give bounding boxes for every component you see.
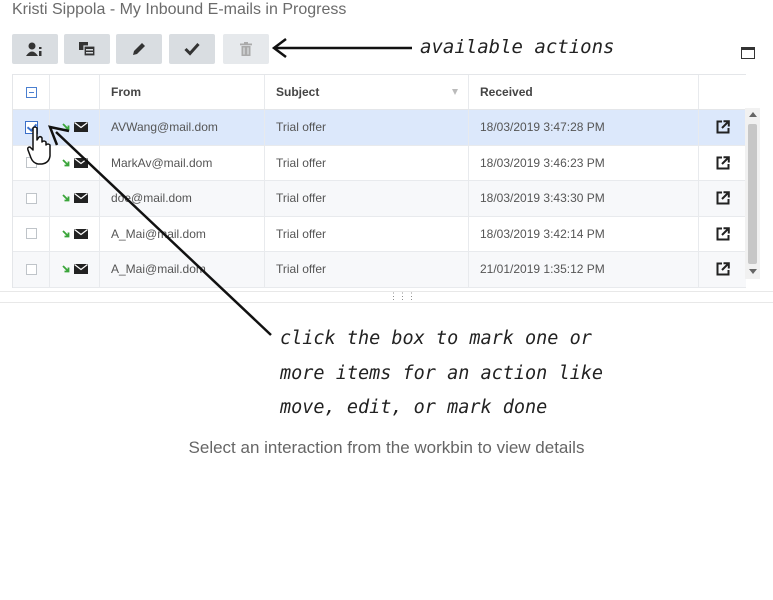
scroll-thumb[interactable]	[748, 124, 757, 264]
header-actions-column	[699, 75, 746, 109]
scroll-down-icon[interactable]	[749, 269, 757, 274]
header-received[interactable]: Received	[469, 75, 699, 109]
row-checkbox[interactable]	[24, 120, 38, 134]
row-checkbox-cell[interactable]	[13, 110, 50, 145]
workbin-grid: From Subject Received AVWang@mail.dom Tr…	[12, 74, 746, 288]
checkmark-icon	[184, 42, 200, 56]
table-row[interactable]: MarkAv@mail.dom Trial offer 18/03/2019 3…	[13, 145, 746, 181]
envelope-icon	[74, 157, 88, 168]
sort-down-icon[interactable]	[452, 89, 458, 95]
row-open-cell[interactable]	[699, 217, 746, 252]
annotation-arrowhead-actions	[271, 38, 287, 58]
edit-button[interactable]	[116, 34, 162, 64]
inbound-arrow-icon	[62, 159, 70, 167]
row-received: 18/03/2019 3:42:14 PM	[469, 216, 699, 251]
move-icon	[79, 42, 96, 57]
envelope-icon	[74, 228, 88, 239]
select-all-checkbox[interactable]	[25, 86, 37, 98]
open-external-icon[interactable]	[716, 155, 730, 170]
row-checkbox[interactable]	[25, 192, 37, 204]
annotation-click-line-1: click the box to mark one or	[280, 328, 592, 349]
row-type-cell	[50, 216, 100, 251]
inbound-arrow-icon	[62, 230, 70, 238]
row-received: 18/03/2019 3:46:23 PM	[469, 145, 699, 180]
row-type-cell	[50, 181, 100, 216]
row-received: 18/03/2019 3:43:30 PM	[469, 181, 699, 216]
row-open-cell[interactable]	[699, 252, 746, 287]
envelope-icon	[74, 264, 88, 275]
row-checkbox[interactable]	[25, 263, 37, 275]
header-subject[interactable]: Subject	[265, 75, 469, 109]
grid-header: From Subject Received	[13, 74, 746, 110]
row-from: doe@mail.dom	[100, 181, 265, 216]
table-row[interactable]: A_Mai@mail.dom Trial offer 21/01/2019 1:…	[13, 252, 746, 288]
page-title: Kristi Sippola - My Inbound E-mails in P…	[12, 1, 347, 18]
row-from: A_Mai@mail.dom	[100, 252, 265, 287]
open-external-icon[interactable]	[716, 120, 730, 134]
row-type-cell	[50, 145, 100, 180]
header-icon-column	[50, 75, 100, 109]
open-external-icon[interactable]	[716, 191, 730, 205]
trash-icon	[240, 42, 252, 56]
row-type-cell	[50, 252, 100, 287]
annotation-click-line-3: move, edit, or mark done	[280, 397, 548, 418]
assign-icon	[26, 42, 42, 56]
open-external-icon[interactable]	[716, 226, 730, 241]
row-subject: Trial offer	[265, 216, 469, 251]
header-subject-label: Subject	[276, 85, 320, 99]
row-received: 18/03/2019 3:47:28 PM	[469, 110, 699, 145]
envelope-icon	[74, 122, 88, 133]
pencil-icon	[133, 43, 145, 55]
table-row[interactable]: A_Mai@mail.dom Trial offer 18/03/2019 3:…	[13, 216, 746, 252]
row-subject: Trial offer	[265, 181, 469, 216]
pane-splitter[interactable]: ⋮⋮⋮	[0, 291, 773, 303]
row-from: MarkAv@mail.dom	[100, 145, 265, 180]
grip-icon[interactable]: ⋮⋮⋮	[389, 292, 416, 301]
table-row[interactable]: AVWang@mail.dom Trial offer 18/03/2019 3…	[13, 110, 746, 146]
delete-button[interactable]	[223, 34, 269, 64]
row-from: A_Mai@mail.dom	[100, 216, 265, 251]
row-received: 21/01/2019 1:35:12 PM	[469, 252, 699, 287]
row-open-cell[interactable]	[699, 181, 746, 216]
row-subject: Trial offer	[265, 110, 469, 145]
annotation-available-actions: available actions	[420, 36, 615, 58]
inbound-arrow-icon	[62, 123, 70, 131]
annotation-click-line-2: more items for an action like	[280, 363, 604, 384]
row-subject: Trial offer	[265, 145, 469, 180]
grid-scrollbar[interactable]	[745, 108, 760, 279]
assign-button[interactable]	[12, 34, 58, 64]
row-checkbox-cell[interactable]	[13, 145, 50, 180]
row-subject: Trial offer	[265, 252, 469, 287]
header-from[interactable]: From	[100, 75, 265, 109]
scroll-up-icon[interactable]	[749, 112, 757, 117]
row-checkbox-cell[interactable]	[13, 181, 50, 216]
row-checkbox[interactable]	[25, 157, 37, 169]
move-button[interactable]	[64, 34, 110, 64]
grid-body: AVWang@mail.dom Trial offer 18/03/2019 3…	[13, 110, 746, 288]
row-from: AVWang@mail.dom	[100, 110, 265, 145]
inbound-arrow-icon	[62, 265, 70, 273]
row-checkbox-cell[interactable]	[13, 216, 50, 251]
row-open-cell[interactable]	[699, 146, 746, 181]
envelope-icon	[74, 193, 88, 204]
row-checkbox[interactable]	[25, 228, 37, 240]
row-type-cell	[50, 110, 100, 145]
maximize-icon[interactable]	[741, 47, 755, 59]
table-row[interactable]: doe@mail.dom Trial offer 18/03/2019 3:43…	[13, 181, 746, 217]
details-empty-message: Select an interaction from the workbin t…	[188, 438, 585, 457]
select-all-cell[interactable]	[13, 75, 50, 109]
mark-done-button[interactable]	[169, 34, 215, 64]
row-open-cell[interactable]	[699, 110, 746, 145]
row-checkbox-cell[interactable]	[13, 252, 50, 287]
inbound-arrow-icon	[62, 194, 70, 202]
open-external-icon[interactable]	[716, 262, 730, 276]
